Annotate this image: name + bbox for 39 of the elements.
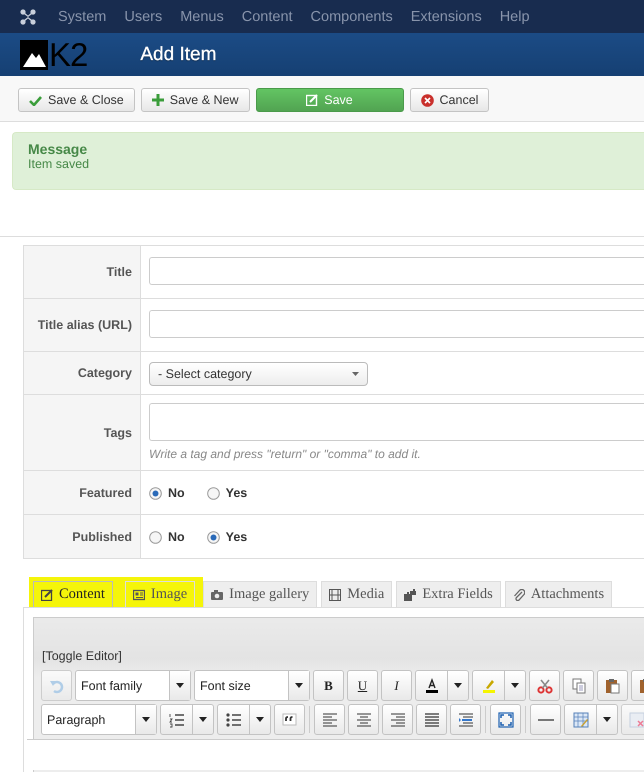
field-label: Featured xyxy=(79,486,132,500)
menu-item[interactable]: Help xyxy=(490,8,539,24)
menu-item[interactable]: Users xyxy=(115,8,172,24)
menu-item[interactable]: System xyxy=(49,8,116,24)
category-dropdown[interactable]: - Select category xyxy=(149,362,368,386)
toolbar-button[interactable]: Save & Close xyxy=(18,88,135,112)
message-heading: Message xyxy=(28,141,88,157)
field-hint: Write a tag and press "return" or "comma" to add it. xyxy=(149,447,422,461)
menu-item[interactable]: Components xyxy=(302,8,402,24)
tab[interactable]: Media xyxy=(321,581,392,607)
field-label: Category xyxy=(78,366,132,380)
format-button[interactable]: I xyxy=(381,670,412,701)
radio-label[interactable]: No xyxy=(168,486,185,500)
message-text: Item saved xyxy=(28,157,90,171)
toolbar-button[interactable]: Cancel xyxy=(410,88,490,112)
tab[interactable]: Content xyxy=(33,581,113,607)
dropdown[interactable]: Font family xyxy=(75,670,191,701)
tab[interactable]: Attachments xyxy=(504,581,612,607)
toolbar-button[interactable]: Save & New xyxy=(140,88,250,112)
dropdown[interactable]: Font size xyxy=(194,670,310,701)
toggle-editor-link[interactable]: [Toggle Editor] xyxy=(42,649,122,663)
menu-item[interactable]: Menus xyxy=(171,8,233,24)
dropdown[interactable]: Paragraph xyxy=(41,704,157,735)
radio-label[interactable]: Yes xyxy=(226,486,248,500)
menu-item[interactable]: Extensions xyxy=(402,8,491,24)
tab[interactable]: Image gallery xyxy=(203,581,318,607)
format-button[interactable]: B xyxy=(313,670,344,701)
tab[interactable]: Image xyxy=(124,581,196,607)
field-label: Title alias (URL) xyxy=(38,318,132,332)
field-label: Published xyxy=(72,530,132,544)
tab[interactable]: Extra Fields xyxy=(396,581,501,607)
format-button[interactable]: U xyxy=(347,670,378,701)
menu-item[interactable]: Content xyxy=(232,8,302,24)
field-label: Tags xyxy=(104,426,132,440)
radio-label[interactable]: Yes xyxy=(226,530,248,544)
field-label: Title xyxy=(106,265,132,279)
page-title: Add Item xyxy=(140,44,216,66)
logo-text: K2 xyxy=(49,38,88,71)
radio-label[interactable]: No xyxy=(168,530,185,544)
